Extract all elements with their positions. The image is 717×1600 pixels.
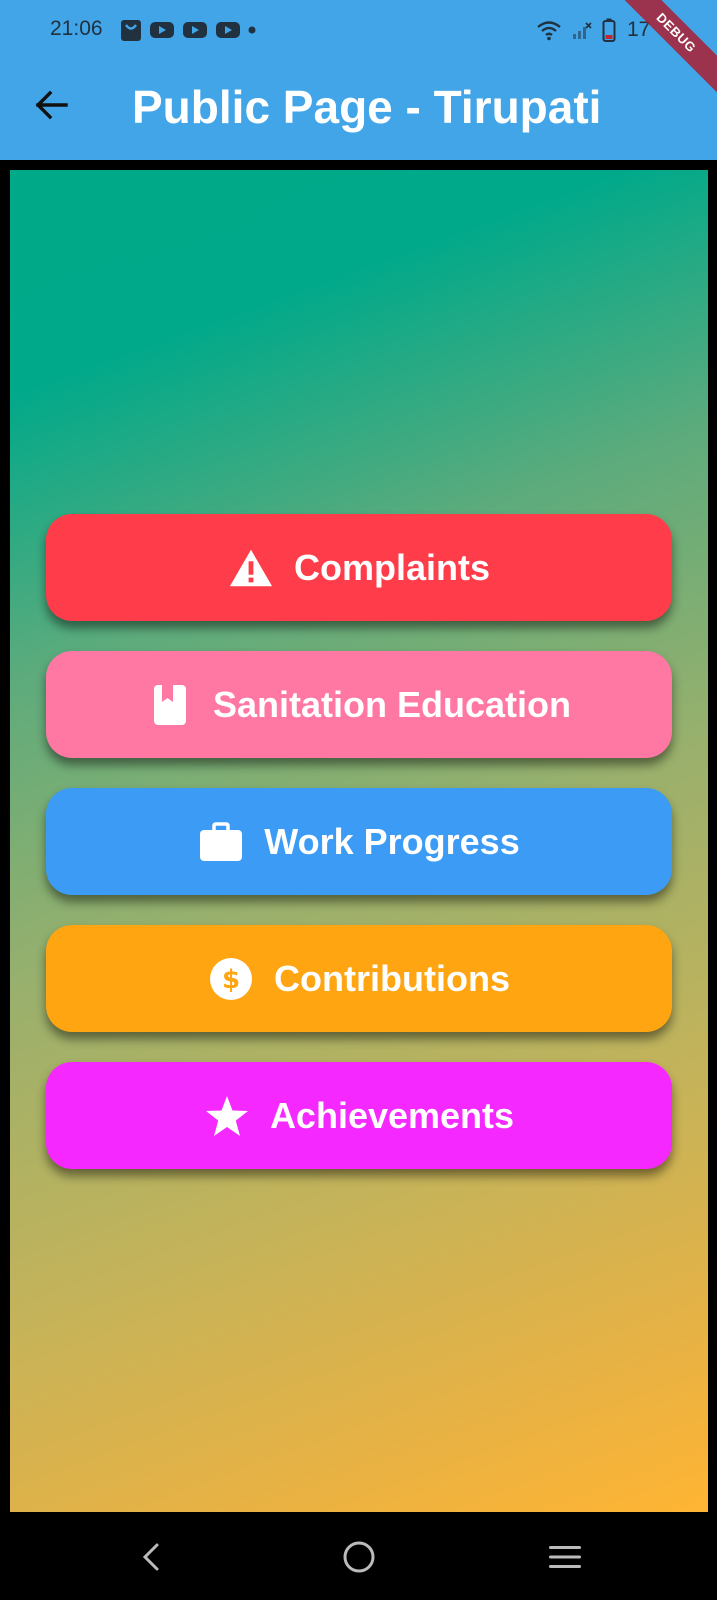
sanitation-education-label: Sanitation Education (212, 683, 571, 725)
achievements-button[interactable]: Achievements (46, 1062, 672, 1169)
nav-home-button[interactable] (334, 1532, 384, 1582)
nav-back-button[interactable] (126, 1532, 176, 1582)
youtube-icon (150, 22, 174, 38)
complaints-label: Complaints (293, 546, 490, 588)
nav-menu-button[interactable] (540, 1532, 590, 1582)
nav-back-icon (142, 1543, 159, 1571)
warning-icon (228, 545, 274, 591)
status-bar: 21:06 17 (0, 0, 717, 60)
content-area: Complaints Sanitation Education Work Pro… (10, 170, 708, 1512)
top-bar: 21:06 17 DEBUG Public Page - Tirupati (0, 0, 717, 160)
work-progress-button[interactable]: Work Progress (46, 788, 672, 895)
work-progress-label: Work Progress (264, 820, 520, 862)
menu-icon (549, 1546, 581, 1568)
notification-icons (120, 18, 256, 42)
app-bar: Public Page - Tirupati (0, 60, 717, 160)
contributions-button[interactable]: $ Contributions (46, 925, 672, 1032)
youtube-icon (216, 22, 240, 38)
sanitation-education-button[interactable]: Sanitation Education (46, 651, 672, 758)
wifi-icon (537, 21, 561, 41)
complaints-button[interactable]: Complaints (46, 514, 672, 621)
dollar-circle-icon: $ (208, 956, 254, 1002)
system-nav-bar (0, 1512, 717, 1600)
status-time: 21:06 (50, 17, 103, 40)
status-right: 17 (536, 18, 650, 42)
page-title: Public Page - Tirupati (132, 81, 602, 133)
achievements-label: Achievements (269, 1094, 515, 1136)
battery-icon (602, 18, 616, 42)
svg-text:$: $ (222, 965, 240, 995)
book-icon (147, 682, 193, 728)
arrow-left-icon (35, 90, 68, 120)
bag-icon (121, 20, 141, 41)
star-icon (204, 1093, 250, 1139)
back-button[interactable] (28, 82, 74, 128)
home-icon (343, 1541, 375, 1573)
signal-icon (573, 22, 592, 39)
briefcase-icon (198, 819, 244, 865)
contributions-label: Contributions (274, 957, 510, 999)
youtube-icon (183, 22, 207, 38)
more-dot-icon (248, 26, 256, 34)
